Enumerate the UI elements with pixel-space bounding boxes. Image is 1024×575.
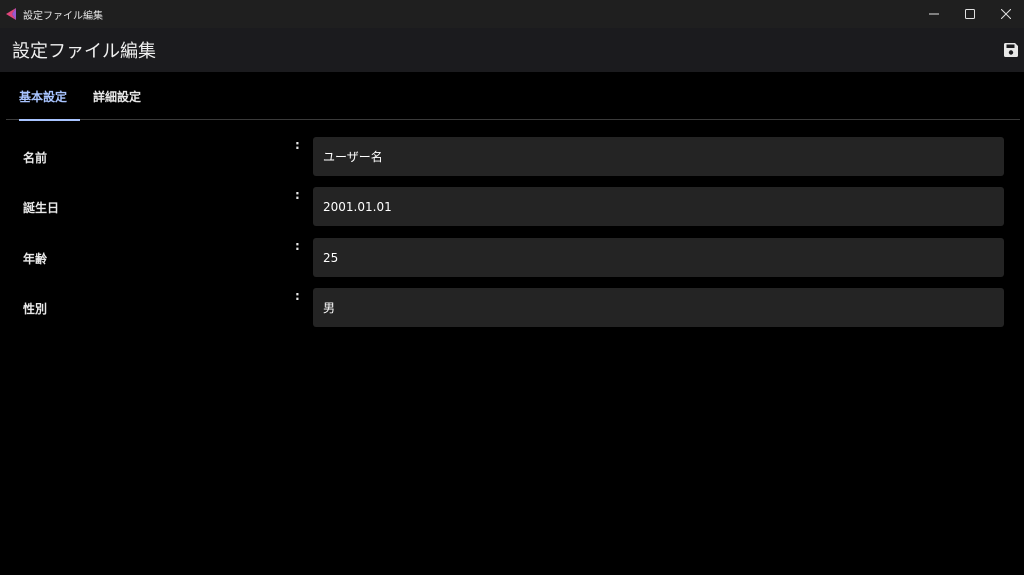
tab-bar: 基本設定 詳細設定 (6, 72, 1020, 121)
title-bar: 設定ファイル編集 (0, 0, 1024, 28)
app-logo-icon (6, 8, 16, 20)
name-input[interactable] (313, 137, 1004, 176)
save-icon (1004, 43, 1018, 57)
form-row-birthday: 誕生日 : (0, 187, 1024, 227)
field-separator: : (295, 239, 300, 253)
field-separator: : (295, 188, 300, 202)
field-label-birthday: 誕生日 (23, 201, 60, 215)
save-button[interactable] (1002, 41, 1020, 59)
page-title: 設定ファイル編集 (12, 41, 156, 62)
minimize-icon (929, 13, 939, 15)
age-input[interactable] (313, 238, 1004, 277)
tab-advanced-settings[interactable]: 詳細設定 (80, 72, 154, 120)
minimize-button[interactable] (916, 0, 952, 28)
field-separator: : (295, 138, 300, 152)
close-icon (1001, 9, 1011, 19)
field-label-name: 名前 (23, 151, 48, 165)
app-bar: 設定ファイル編集 (0, 28, 1024, 72)
form-row-gender: 性別 : (0, 288, 1024, 328)
field-label-gender: 性別 (23, 302, 48, 316)
field-label-age: 年齢 (23, 252, 48, 266)
form-row-age: 年齢 : (0, 238, 1024, 278)
form-row-name: 名前 : (0, 137, 1024, 177)
window-title: 設定ファイル編集 (23, 10, 103, 22)
gender-input[interactable] (313, 288, 1004, 327)
birthday-input[interactable] (313, 187, 1004, 226)
window-controls (916, 0, 1024, 28)
tab-basic-settings[interactable]: 基本設定 (6, 72, 81, 121)
field-separator: : (295, 289, 300, 303)
app-window: 設定ファイル編集 設定ファイル編集 基本設定 詳細設定 名前: ユーザー名 誕… (0, 0, 1024, 575)
maximize-icon (965, 9, 975, 19)
maximize-button[interactable] (952, 0, 988, 28)
close-button[interactable] (988, 0, 1024, 28)
